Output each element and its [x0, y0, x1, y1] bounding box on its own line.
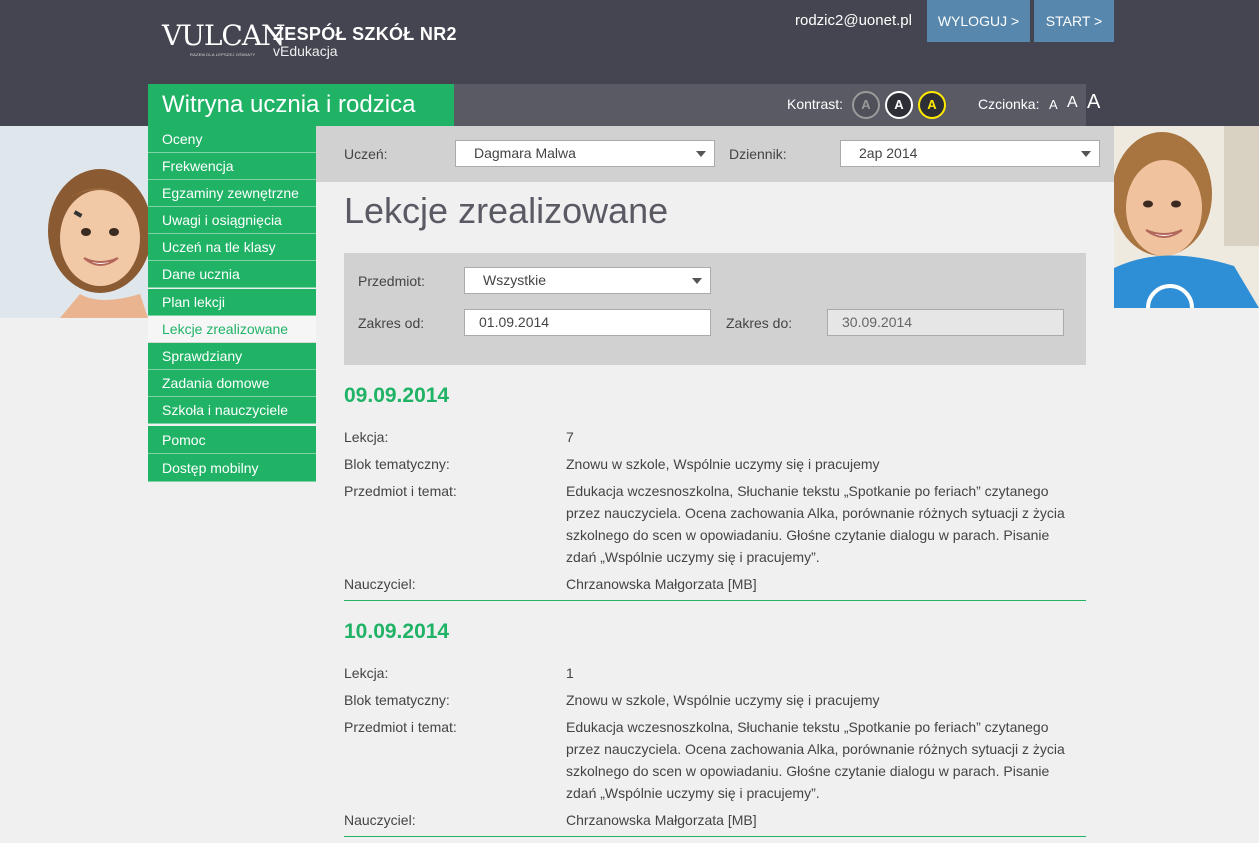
sidebar-item-egzaminy[interactable]: Egzaminy zewnętrzne [148, 180, 316, 207]
date-to-label: Zakres do: [726, 315, 793, 331]
topic-value: Edukacja wczesnoszkolna, Słuchanie tekst… [566, 719, 1065, 801]
teacher-label: Nauczyciel: [344, 576, 416, 592]
block-label: Blok tematyczny: [344, 692, 450, 708]
portal-title: Witryna ucznia i rodzica [148, 84, 454, 126]
sidebar-item-lekcje-zrealizowane[interactable]: Lekcje zrealizowane [148, 316, 316, 343]
student-label: Uczeń: [344, 146, 388, 162]
student-selector-bar: Uczeń: Dagmara Malwa Dziennik: 2ap 2014 [316, 126, 1114, 182]
lesson-divider [344, 600, 1086, 601]
sidebar-item-frekwencja[interactable]: Frekwencja [148, 153, 316, 180]
font-large-button[interactable]: A [1087, 91, 1100, 114]
page-title: Lekcje zrealizowane [344, 190, 669, 231]
lesson-number-label: Lekcja: [344, 429, 389, 445]
school-name: ZESPÓŁ SZKÓŁ NR2 [273, 24, 457, 44]
contrast-normal-button[interactable]: A [852, 91, 880, 119]
font-small-button[interactable]: A [1049, 97, 1058, 112]
font-size-label: Czcionka: [978, 96, 1040, 112]
school-subtitle: vEdukacja [273, 43, 338, 59]
student-select[interactable]: Dagmara Malwa [455, 140, 715, 167]
block-value: Znowu w szkole, Wspólnie uczymy się i pr… [566, 692, 880, 708]
lesson-number-value: 7 [566, 429, 574, 445]
filter-panel: Przedmiot: Wszystkie Zakres od: 01.09.20… [344, 253, 1086, 365]
sidebar-nav: Oceny Frekwencja Egzaminy zewnętrzne Uwa… [148, 126, 316, 482]
chevron-down-icon [1081, 151, 1091, 157]
sidebar-item-oceny[interactable]: Oceny [148, 126, 316, 153]
teacher-label: Nauczyciel: [344, 812, 416, 828]
journal-select[interactable]: 2ap 2014 [840, 140, 1100, 167]
student-photo-boy [1114, 126, 1259, 308]
vulcan-logo[interactable]: VULCAN RAZEM DLA LEPSZEJ OŚWIATY [162, 19, 286, 62]
date-from-input[interactable]: 01.09.2014 [464, 309, 711, 336]
date-to-input[interactable]: 30.09.2014 [827, 309, 1064, 336]
block-value: Znowu w szkole, Wspólnie uczymy się i pr… [566, 456, 880, 472]
subject-select-value: Wszystkie [483, 272, 546, 288]
contrast-label: Kontrast: [787, 96, 844, 112]
subject-select[interactable]: Wszystkie [464, 267, 711, 294]
logo-text: VULCAN [162, 19, 286, 52]
lesson-divider [344, 836, 1086, 837]
journal-select-value: 2ap 2014 [859, 145, 918, 161]
sidebar-item-dane-ucznia[interactable]: Dane ucznia [148, 261, 316, 288]
teacher-value: Chrzanowska Małgorzata [MB] [566, 576, 757, 592]
student-photo-girl [0, 126, 148, 318]
lesson-number-label: Lekcja: [344, 665, 389, 681]
chevron-down-icon [696, 151, 706, 157]
sidebar-item-sprawdziany[interactable]: Sprawdziany [148, 343, 316, 370]
sidebar-item-uwagi[interactable]: Uwagi i osiągnięcia [148, 207, 316, 234]
sidebar-item-zadania-domowe[interactable]: Zadania domowe [148, 370, 316, 397]
topic-value: Edukacja wczesnoszkolna, Słuchanie tekst… [566, 483, 1065, 565]
girl-illustration [0, 126, 148, 318]
teacher-value: Chrzanowska Małgorzata [MB] [566, 812, 757, 828]
sidebar-item-pomoc[interactable]: Pomoc [148, 426, 316, 454]
user-email: rodzic2@uonet.pl [795, 12, 912, 29]
lesson-date: 10.09.2014 [344, 620, 450, 643]
boy-illustration [1114, 126, 1259, 308]
logo-tagline: RAZEM DLA LEPSZEJ OŚWIATY [190, 52, 256, 57]
sidebar-item-plan-lekcji[interactable]: Plan lekcji [148, 289, 316, 316]
start-button[interactable]: START > [1034, 0, 1114, 42]
journal-label: Dziennik: [729, 146, 787, 162]
block-label: Blok tematyczny: [344, 456, 450, 472]
font-medium-button[interactable]: A [1067, 94, 1078, 112]
chevron-down-icon [692, 278, 702, 284]
lesson-number-value: 1 [566, 665, 574, 681]
contrast-white-button[interactable]: A [885, 91, 913, 119]
student-select-value: Dagmara Malwa [474, 145, 576, 161]
topic-label: Przedmiot i temat: [344, 719, 457, 735]
logout-button[interactable]: WYLOGUJ > [927, 0, 1030, 42]
lesson-date: 09.09.2014 [344, 384, 450, 407]
date-from-label: Zakres od: [358, 315, 425, 331]
sidebar-item-dostep-mobilny[interactable]: Dostęp mobilny [148, 454, 316, 482]
sidebar-item-szkola-i-nauczyciele[interactable]: Szkoła i nauczyciele [148, 397, 316, 424]
sidebar-item-uczen-na-tle-klasy[interactable]: Uczeń na tle klasy [148, 234, 316, 261]
topic-label: Przedmiot i temat: [344, 483, 457, 499]
contrast-yellow-button[interactable]: A [918, 91, 946, 119]
subject-label: Przedmiot: [358, 273, 425, 289]
